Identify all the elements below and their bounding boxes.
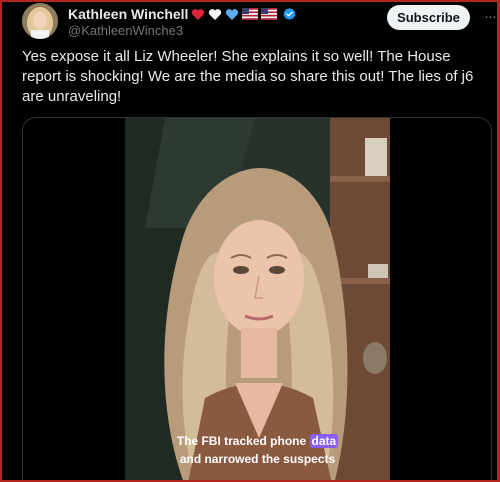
avatar-image — [22, 3, 58, 39]
window-frame: Kathleen Winchell @KathleenWinche3 Subsc… — [0, 0, 500, 482]
red-heart-icon — [192, 8, 205, 20]
video-caption-line-2: and narrowed the suspects — [179, 452, 336, 466]
subscribe-button[interactable]: Subscribe — [387, 5, 470, 30]
video-caption-line-1: The FBI tracked phone data — [175, 432, 340, 450]
caption-text: The FBI tracked phone — [176, 434, 310, 448]
caption-highlight: data — [309, 434, 339, 448]
white-heart-icon — [209, 8, 222, 20]
verified-badge-icon[interactable] — [282, 7, 297, 22]
post-text: Yes expose it all Liz Wheeler! She expla… — [22, 48, 474, 105]
video-thumbnail-image — [125, 118, 390, 480]
author-name-row[interactable]: Kathleen Winchell — [68, 5, 297, 23]
blue-heart-icon — [226, 8, 239, 20]
avatar[interactable] — [22, 3, 58, 39]
us-flag-icon — [242, 8, 259, 20]
video-frame[interactable]: The FBI tracked phone data and narrowed … — [125, 118, 390, 480]
author-display-name[interactable]: Kathleen Winchell — [68, 6, 188, 22]
video-player[interactable]: The FBI tracked phone data and narrowed … — [22, 117, 492, 480]
us-flag-icon — [261, 8, 278, 20]
more-icon[interactable]: ··· — [482, 8, 497, 25]
author-handle[interactable]: @KathleenWinche3 — [68, 23, 183, 38]
